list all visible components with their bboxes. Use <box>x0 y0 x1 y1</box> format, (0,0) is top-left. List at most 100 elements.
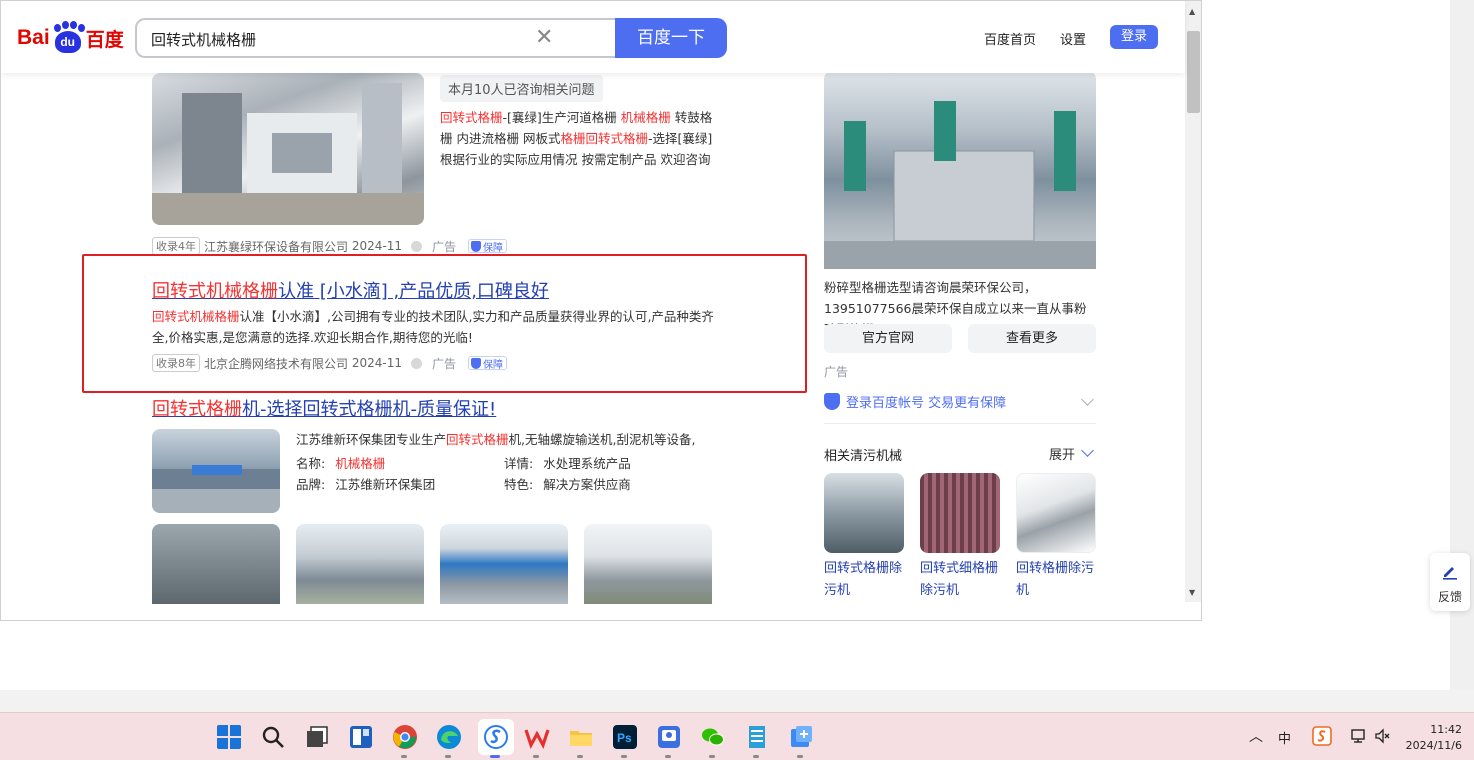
related-label-3[interactable]: 回转格栅除污机 <box>1016 558 1100 602</box>
related-label-2[interactable]: 回转式细格栅除污机 <box>920 558 1004 602</box>
gallery-image-2[interactable] <box>296 524 424 604</box>
clear-icon[interactable]: ✕ <box>535 25 553 51</box>
sogou-browser-icon[interactable] <box>483 724 509 750</box>
login-button[interactable]: 登录 <box>1110 25 1158 49</box>
ime-indicator[interactable]: 中 <box>1278 728 1291 747</box>
info-icon[interactable] <box>410 357 422 369</box>
related-image-1[interactable] <box>824 473 904 553</box>
result1-site[interactable]: 江苏襄绿环保设备有限公司 <box>204 238 348 255</box>
task-view-icon[interactable] <box>304 724 330 750</box>
result1-image[interactable] <box>152 73 424 225</box>
scrollbar[interactable]: ▲ ▼ <box>1185 1 1201 602</box>
security-app-icon[interactable] <box>656 724 682 750</box>
desktop-area <box>0 621 1450 690</box>
edit-icon <box>1443 567 1457 580</box>
result1-description: 回转式格栅-[襄绿]生产河道格栅 机械格栅 转鼓格栅 内进流格栅 网板式格栅回转… <box>440 110 713 167</box>
file-explorer-icon[interactable] <box>568 724 594 750</box>
logo-cn-text: 百度 <box>85 28 124 51</box>
search-input[interactable]: 回转式机械格栅 ✕ <box>135 18 617 58</box>
browser-viewport: Bai du 百度 回转式机械格栅 ✕ 百度一下 百度首页 设置 登录 本月10… <box>0 0 1202 621</box>
windows-start-icon[interactable] <box>216 724 242 750</box>
running-indicator <box>709 755 715 758</box>
right-ad-image[interactable] <box>824 71 1096 269</box>
widgets-icon[interactable] <box>348 724 374 750</box>
system-clock[interactable]: 11:42 2024/11/6 <box>1400 722 1462 754</box>
view-more-button[interactable]: 查看更多 <box>968 324 1096 353</box>
shield-icon <box>471 240 481 252</box>
photoshop-icon[interactable]: Ps <box>612 724 638 750</box>
running-indicator <box>577 755 583 758</box>
svg-text:Ps: Ps <box>617 731 632 745</box>
related-image-2[interactable] <box>920 473 1000 553</box>
scroll-up-arrow-icon[interactable]: ▲ <box>1189 7 1195 16</box>
paw-icon: du <box>51 21 85 55</box>
snipping-tool-icon[interactable] <box>788 724 814 750</box>
result3-title-link[interactable]: 回转式格栅机-选择回转式格栅机-质量保证! <box>152 395 496 421</box>
running-indicator <box>533 755 539 758</box>
search-button[interactable]: 百度一下 <box>615 18 727 58</box>
feedback-button[interactable]: 反馈 <box>1430 553 1470 611</box>
result1-date: 2024-11 <box>351 239 402 253</box>
network-icon[interactable] <box>1350 727 1368 745</box>
guarantee-badge[interactable]: 保障 <box>468 239 507 254</box>
chevron-up-icon[interactable]: ︿ <box>1249 726 1263 746</box>
result3-detail-row: 详情: 水处理系统产品 <box>504 456 631 471</box>
logo-bai-text: Bai <box>17 26 50 49</box>
baidu-header: Bai du 百度 回转式机械格栅 ✕ 百度一下 百度首页 设置 登录 <box>1 1 1185 73</box>
related-image-3[interactable] <box>1016 473 1096 553</box>
chevron-down-icon[interactable] <box>1081 393 1094 406</box>
notepad-icon[interactable] <box>744 724 770 750</box>
related-label-1[interactable]: 回转式格栅除污机 <box>824 558 908 602</box>
ad-label: 广告 <box>431 356 456 371</box>
result3-feature-row: 特色: 解决方案供应商 <box>504 477 631 492</box>
result2-meta: 收录8年 北京企腾网络技术有限公司 2024-11 广告 保障 <box>152 354 507 372</box>
nav-settings-link[interactable]: 设置 <box>1060 29 1086 48</box>
official-site-button[interactable]: 官方官网 <box>824 324 952 353</box>
chrome-icon[interactable] <box>392 724 418 750</box>
running-indicator <box>665 755 671 758</box>
shield-icon <box>824 393 840 410</box>
search-icon[interactable] <box>260 724 286 750</box>
logo-du-text: du <box>54 31 81 53</box>
right-ad-label: 广告 <box>824 365 849 379</box>
running-indicator <box>621 755 627 758</box>
running-indicator <box>490 755 500 758</box>
running-indicator <box>445 755 451 758</box>
nav-home-link[interactable]: 百度首页 <box>984 29 1036 48</box>
wechat-icon[interactable] <box>700 724 726 750</box>
consult-badge: 本月10人已咨询相关问题 <box>440 75 603 102</box>
baidu-logo[interactable]: Bai du 百度 <box>17 21 124 55</box>
result2-date: 2024-11 <box>351 356 402 370</box>
desktop-area <box>1202 0 1450 690</box>
login-hint-link[interactable]: 登录百度帐号 交易更有保障 <box>824 392 1006 411</box>
gallery-image-3[interactable] <box>440 524 568 604</box>
chevron-down-icon[interactable] <box>1081 444 1094 457</box>
result1-meta: 收录4年 江苏襄绿环保设备有限公司 2024-11 广告 保障 <box>152 237 507 255</box>
scrollbar-thumb[interactable] <box>1187 31 1200 113</box>
ad-label: 广告 <box>431 239 456 254</box>
gallery-image-4[interactable] <box>584 524 712 604</box>
scroll-down-arrow-icon[interactable]: ▼ <box>1189 588 1195 597</box>
result2-title-link[interactable]: 回转式机械格栅认准 [小水滴] ,产品优质,口碑良好 <box>152 277 549 303</box>
running-indicator <box>753 755 759 758</box>
volume-muted-icon[interactable] <box>1374 727 1392 745</box>
gallery-image-1[interactable] <box>152 524 280 604</box>
divider <box>824 423 1096 424</box>
info-icon[interactable] <box>410 240 422 252</box>
wps-icon[interactable] <box>524 724 550 750</box>
result2-site[interactable]: 北京企腾网络技术有限公司 <box>204 355 348 372</box>
windows-taskbar: Ps ︿ 中 11:42 2024/11/6 <box>0 712 1474 760</box>
sogou-ime-icon[interactable] <box>1312 726 1332 746</box>
result2-description: 回转式机械格栅认准【小水滴】,公司拥有专业的技术团队,实力和产品质量获得业界的认… <box>152 309 714 345</box>
feedback-label: 反馈 <box>1437 590 1462 604</box>
clock-time: 11:42 <box>1430 723 1462 736</box>
result3-image[interactable] <box>152 429 280 513</box>
result3-brand-row: 品牌: 江苏维新环保集团 <box>296 477 436 492</box>
running-indicator <box>797 755 803 758</box>
guarantee-badge[interactable]: 保障 <box>468 356 507 371</box>
index-years-tag: 收录8年 <box>152 354 200 372</box>
shield-icon <box>471 357 481 369</box>
edge-icon[interactable] <box>436 724 462 750</box>
running-indicator <box>401 755 407 758</box>
expand-toggle[interactable]: 展开 <box>1049 444 1075 463</box>
